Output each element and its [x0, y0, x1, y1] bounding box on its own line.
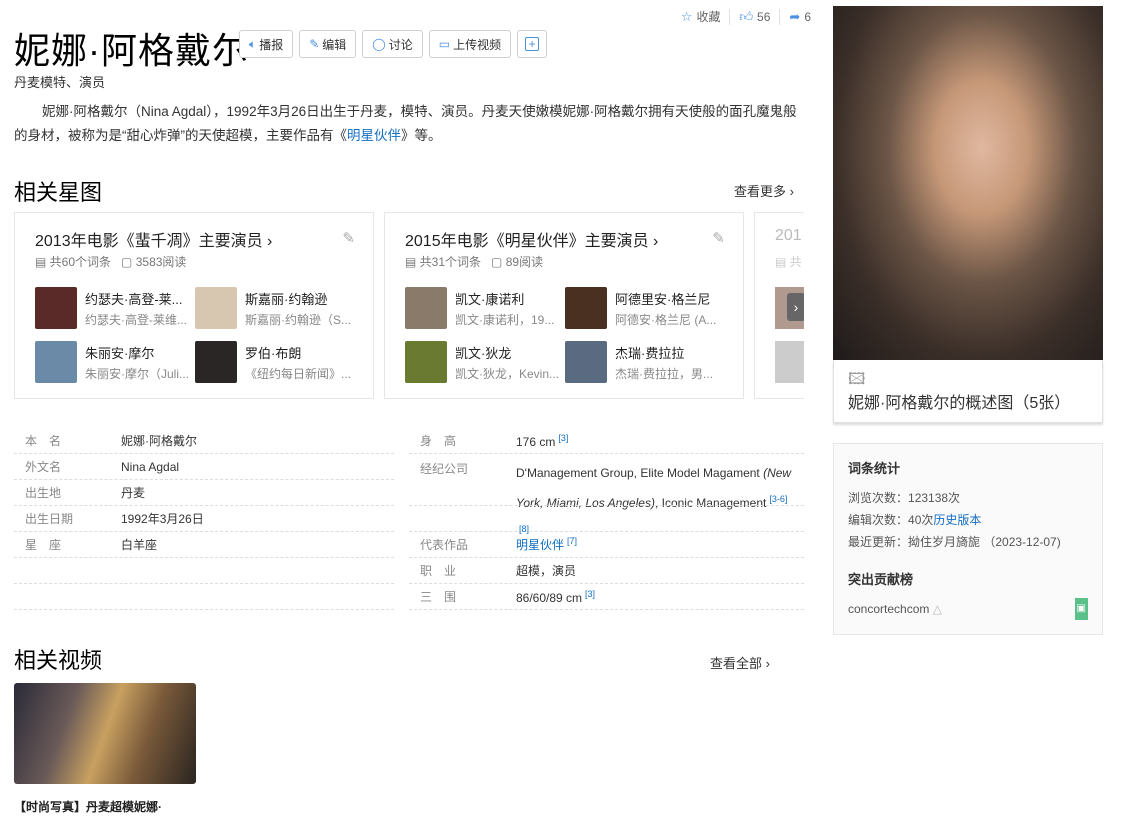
star-map-card[interactable]: 2013年电影《蜚千凋》主要演员 › ✎ ▤ 共60个词条 ▢ 3583阅读 约…: [14, 212, 374, 399]
info-row: 身 高 176 cm [3]: [409, 428, 804, 454]
speaker-icon: 🔈︎: [249, 36, 257, 51]
avatar: [195, 341, 237, 383]
stats-title: 词条统计: [848, 461, 901, 476]
video-thumbnail[interactable]: [14, 683, 196, 784]
avatar: [195, 287, 237, 329]
person-item[interactable]: 凯文·康诺利 凯文·康诺利，19...: [405, 287, 565, 329]
info-row: 出生日期 1992年3月26日: [14, 506, 394, 532]
divider: [409, 480, 804, 506]
star-map-card[interactable]: 2015年电影《明星伙伴》主要演员 › ✎ ▤ 共31个词条 ▢ 89阅读 凯文…: [384, 212, 744, 399]
info-row: 星 座白羊座: [14, 532, 394, 558]
pencil-icon: ✎: [309, 37, 320, 51]
summary-image-caption[interactable]: 🖾︎ 妮娜·阿格戴尔的概述图（5张）: [833, 360, 1103, 423]
info-row: 三 围 86/60/89 cm [3]: [409, 584, 804, 610]
subtitle: 丹麦模特、演员: [14, 75, 106, 90]
entry-stats-panel: 词条统计 浏览次数：123138次 编辑次数：40次历史版本 最近更新：拗住岁月…: [833, 443, 1103, 635]
summary-image[interactable]: [833, 6, 1103, 360]
history-link[interactable]: 历史版本: [933, 513, 981, 527]
card-title[interactable]: 2015年电影《明星伙伴》主要演员 ›: [405, 227, 658, 251]
avatar: [565, 341, 607, 383]
discuss-button[interactable]: ◯ 讨论: [362, 30, 423, 58]
updated-stat: 最近更新：拗住岁月旖旎 （2023-12-07): [848, 535, 1061, 549]
person-item[interactable]: 凯文·狄龙 凯文·狄龙，Kevin...: [405, 341, 565, 383]
card-meta: ▤ 共: [775, 255, 802, 269]
warning-triangle-icon: △: [932, 602, 942, 616]
person-item[interactable]: 阿德里安·格兰尼 阿德安·格兰尼 (A...: [565, 287, 725, 329]
see-all-videos-link[interactable]: 查看全部 ›: [710, 653, 770, 672]
reference-link[interactable]: [3]: [585, 589, 595, 599]
pencil-icon[interactable]: ✎: [712, 229, 725, 247]
info-row: 代表作品 明星伙伴 [7]: [409, 532, 804, 558]
top-actions: ☆ 收藏 👍︎ 56 ➦ 6: [672, 8, 820, 25]
page-title: 妮娜·阿格戴尔: [14, 30, 249, 71]
avatar: [405, 341, 447, 383]
avatar: [565, 287, 607, 329]
person-item[interactable]: 朱丽安·摩尔 朱丽安·摩尔（Juli...: [35, 341, 195, 383]
carousel-next-button[interactable]: ›: [787, 293, 804, 321]
upload-video-button[interactable]: ▭ 上传视频: [428, 30, 512, 58]
intro-paragraph: 妮娜·阿格戴尔（Nina Agdal），1992年3月26日出生于丹麦，模特、演…: [14, 104, 797, 143]
video-camera-icon: ▭: [438, 37, 451, 51]
works-link[interactable]: 明星伙伴: [516, 538, 564, 552]
info-row: 外文名 Nina Agdal: [14, 454, 394, 480]
avatar: [35, 287, 77, 329]
zodiac-link[interactable]: 白羊座: [121, 536, 157, 553]
section-heading-star-map: 相关星图: [14, 180, 103, 205]
views-stat: 浏览次数：123138次: [848, 491, 961, 505]
person-item[interactable]: 约瑟夫·高登-莱... 约瑟夫·高登-莱维...: [35, 287, 195, 329]
star-map-card-partial[interactable]: 201 ▤ 共 ›: [754, 212, 804, 399]
reference-link[interactable]: [7]: [567, 536, 577, 546]
section-heading-videos: 相关视频: [14, 648, 103, 673]
share-icon: ➦: [789, 8, 801, 24]
add-button[interactable]: +: [517, 30, 548, 58]
edit-button[interactable]: ✎ 编辑: [299, 30, 357, 58]
person-item[interactable]: 杰瑞·费拉拉 杰瑞·费拉拉，男...: [565, 341, 725, 383]
contributor-link[interactable]: concortechcom: [848, 602, 929, 616]
card-title[interactable]: 2013年电影《蜚千凋》主要演员 ›: [35, 227, 272, 251]
info-row: 本 名妮娜·阿格戴尔: [14, 428, 394, 454]
divider: [14, 558, 394, 610]
info-row: 职 业超模，演员: [409, 558, 804, 584]
avatar: [775, 341, 804, 383]
contributor-row: concortechcom △ ▣: [848, 598, 1088, 620]
card-meta: ▤ 共60个词条 ▢ 3583阅读: [35, 255, 187, 269]
card-meta: ▤ 共31个词条 ▢ 89阅读: [405, 255, 544, 269]
broadcast-button[interactable]: 🔈︎ 播报: [239, 30, 294, 58]
star-icon: ☆: [680, 8, 693, 24]
info-row: 出生地 丹麦: [14, 480, 394, 506]
video-caption[interactable]: 【时尚写真】丹麦超模妮娜·: [14, 798, 162, 815]
contributors-title: 突出贡献榜: [848, 572, 914, 587]
share-button[interactable]: ➦ 6: [779, 8, 820, 25]
like-button[interactable]: 👍︎ 56: [729, 8, 779, 25]
avatar: [35, 341, 77, 383]
plus-icon: +: [525, 37, 540, 51]
person-item[interactable]: 罗伯·布朗 《纽约每日新闻》...: [195, 341, 355, 383]
avatar: [405, 287, 447, 329]
person-item[interactable]: 斯嘉丽·约翰逊 斯嘉丽·约翰逊（S...: [195, 287, 355, 329]
chat-bubble-icon: ◯: [372, 37, 386, 51]
favorite-button[interactable]: ☆ 收藏: [672, 8, 730, 25]
see-more-link[interactable]: 查看更多 ›: [734, 181, 794, 200]
pencil-icon[interactable]: ✎: [342, 229, 355, 247]
bookmark-badge-icon: ▣: [1074, 598, 1088, 620]
thumbs-up-icon: 👍︎: [739, 8, 754, 24]
title-toolbar: 🔈︎ 播报 ✎ 编辑 ◯ 讨论 ▭ 上传视频 +: [239, 30, 548, 58]
reference-link[interactable]: [3]: [558, 433, 568, 443]
edits-stat: 编辑次数：40次历史版本: [848, 513, 982, 527]
intro-link[interactable]: 明星伙伴: [347, 128, 401, 143]
image-gallery-icon: 🖾︎: [848, 371, 866, 388]
